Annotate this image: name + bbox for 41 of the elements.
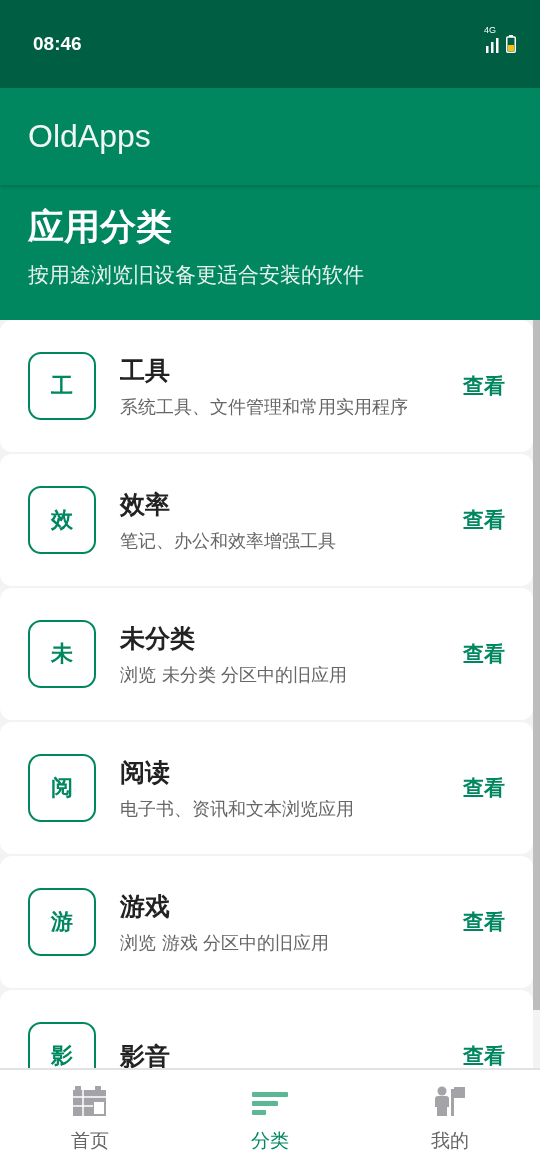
category-badge: 未 [28, 620, 96, 688]
nav-tab[interactable]: 分类 [180, 1070, 360, 1168]
category-name: 影音 [120, 1040, 171, 1068]
nav-tab[interactable]: 我的 [360, 1070, 540, 1168]
view-link[interactable]: 查看 [463, 640, 505, 668]
category-name: 工具 [120, 354, 171, 387]
person-flag-icon [434, 1086, 466, 1116]
category-name: 效率 [120, 488, 171, 521]
page-title: 应用分类 [28, 205, 173, 249]
category-description: 笔记、办公和效率增强工具 [120, 528, 337, 553]
view-link[interactable]: 查看 [463, 506, 505, 534]
category-name: 游戏 [120, 890, 171, 923]
category-badge: 阅 [28, 754, 96, 822]
list-icon [252, 1092, 288, 1116]
category-card[interactable]: 未 未分类 浏览 未分类 分区中的旧应用 查看 [0, 588, 533, 720]
nav-tab[interactable]: 首页 [0, 1070, 180, 1168]
category-name: 未分类 [120, 622, 196, 655]
view-link[interactable]: 查看 [463, 372, 505, 400]
battery-icon [506, 35, 516, 53]
category-description: 浏览 未分类 分区中的旧应用 [120, 662, 349, 687]
view-link[interactable]: 查看 [463, 908, 505, 936]
view-link[interactable]: 查看 [463, 774, 505, 802]
category-card[interactable]: 游 游戏 浏览 游戏 分区中的旧应用 查看 [0, 856, 533, 988]
app-title: OldApps [28, 118, 151, 155]
category-card[interactable]: 阅 阅读 电子书、资讯和文本浏览应用 查看 [0, 722, 533, 854]
category-name: 阅读 [120, 756, 171, 789]
grid-icon [73, 1086, 107, 1116]
network-type: 4G [484, 25, 496, 35]
category-description: 浏览 游戏 分区中的旧应用 [120, 930, 331, 955]
category-description: 系统工具、文件管理和常用实用程序 [120, 394, 409, 419]
category-card[interactable]: 影 影音 查看 [0, 990, 533, 1068]
category-badge: 效 [28, 486, 96, 554]
category-card[interactable]: 效 效率 笔记、办公和效率增强工具 查看 [0, 454, 533, 586]
view-link[interactable]: 查看 [463, 1042, 505, 1068]
category-badge: 工 [28, 352, 96, 420]
page-subtitle: 按用途浏览旧设备更适合安装的软件 [28, 262, 365, 289]
signal-icon [486, 37, 500, 53]
status-time: 08:46 [33, 33, 82, 55]
category-badge: 游 [28, 888, 96, 956]
category-description: 电子书、资讯和文本浏览应用 [120, 796, 355, 821]
category-card[interactable]: 工 工具 系统工具、文件管理和常用实用程序 查看 [0, 320, 533, 452]
